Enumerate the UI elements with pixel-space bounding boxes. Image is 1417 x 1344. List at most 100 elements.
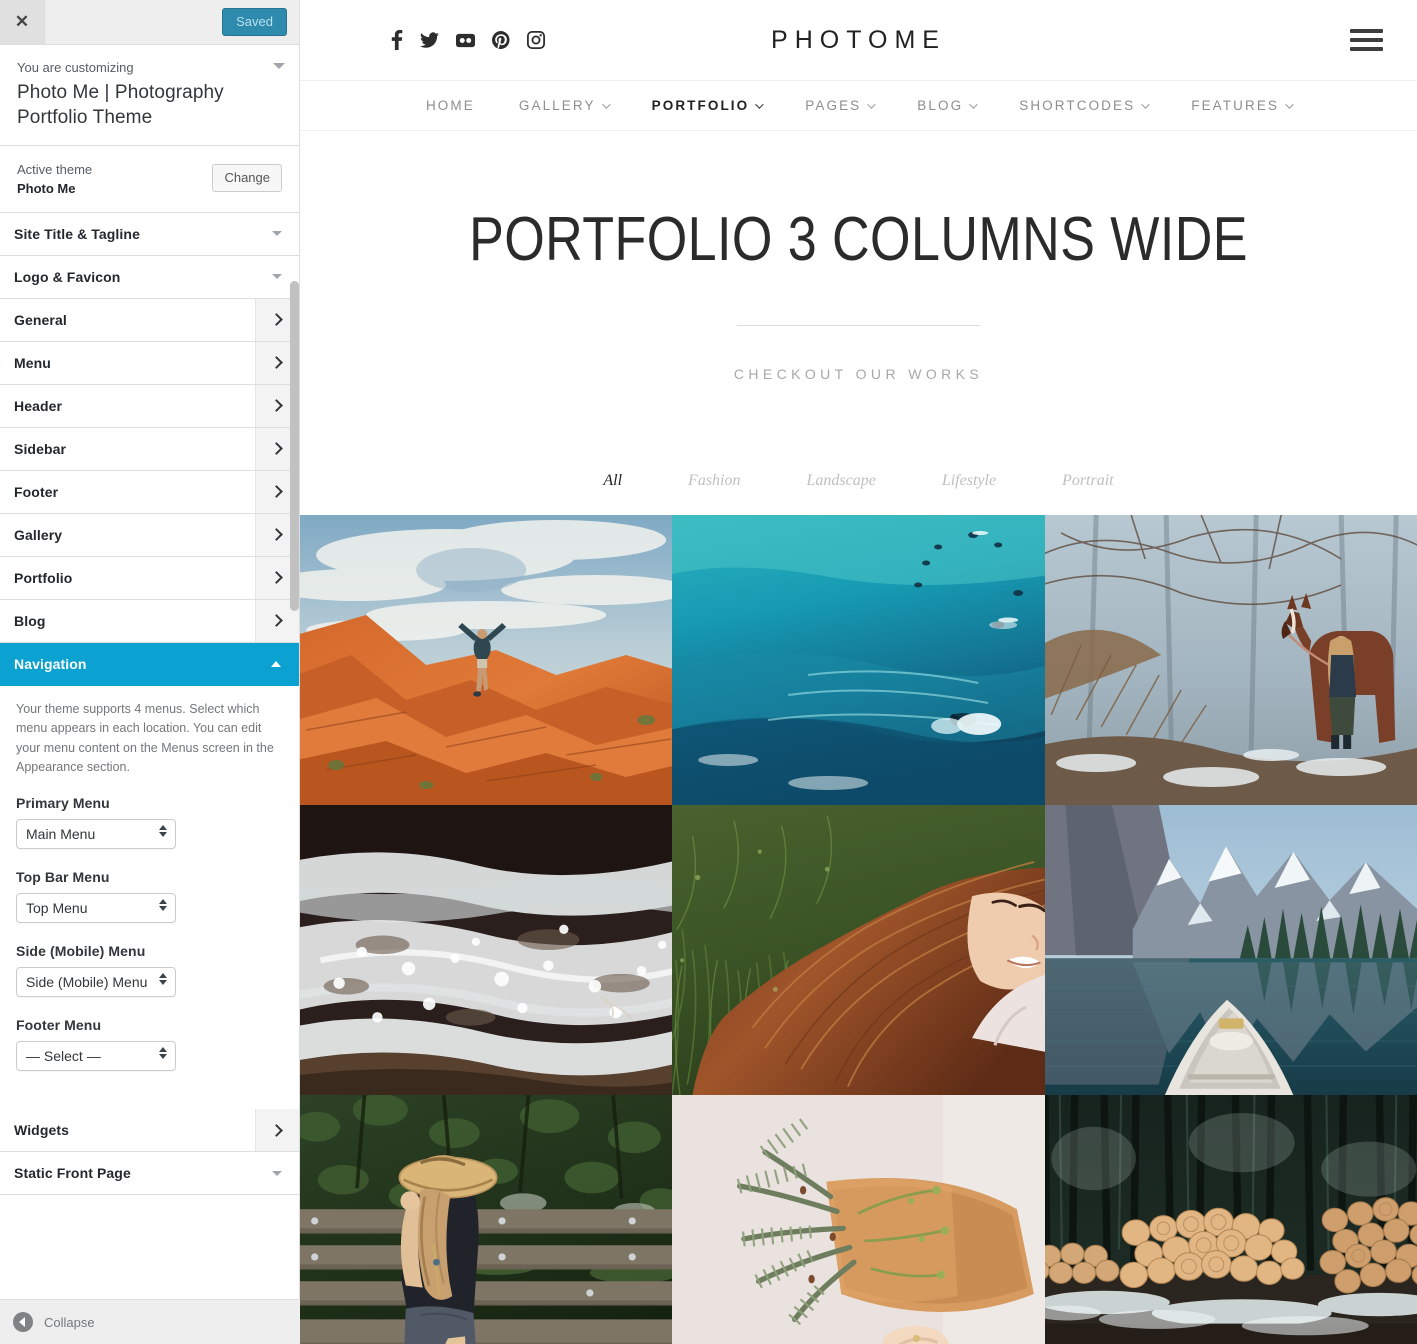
nav-item-gallery[interactable]: GALLERY bbox=[497, 98, 630, 113]
nav-item-shortcodes[interactable]: SHORTCODES bbox=[997, 98, 1169, 113]
save-button[interactable]: Saved bbox=[222, 8, 287, 36]
close-icon[interactable]: ✕ bbox=[0, 0, 45, 44]
field-footer-menu: Footer Menu bbox=[16, 1017, 283, 1072]
navigation-section-title: Navigation bbox=[14, 656, 87, 673]
sidebar-item-menu[interactable]: Menu bbox=[0, 341, 299, 385]
nav-item-portfolio[interactable]: PORTFOLIO bbox=[630, 98, 784, 113]
collapse-sidebar-button[interactable]: Collapse bbox=[0, 1299, 300, 1344]
sidebar-item-widgets[interactable]: Widgets bbox=[0, 1109, 299, 1153]
page-subtitle: CHECKOUT OUR WORKS bbox=[733, 366, 984, 382]
panel-label: Logo & Favicon bbox=[14, 268, 121, 285]
sidebar-item-site-title-tagline[interactable]: Site Title & Tagline bbox=[0, 212, 299, 256]
panel-label: Sidebar bbox=[14, 440, 67, 457]
customizer-topbar: ✕ Saved bbox=[0, 0, 299, 45]
portfolio-item-pine-bouquet-kraft-paper[interactable] bbox=[672, 1095, 1045, 1344]
chevron-down-icon[interactable] bbox=[273, 63, 285, 69]
nav-label: HOME bbox=[425, 98, 475, 113]
site-top-bar: PHOTOME bbox=[300, 0, 1417, 81]
sidebar-item-header[interactable]: Header bbox=[0, 384, 299, 428]
collapse-label: Collapse bbox=[44, 1314, 95, 1330]
active-theme-row: Active theme Photo Me Change bbox=[0, 146, 299, 213]
chevron-down-icon bbox=[1285, 99, 1294, 109]
sidebar-item-general[interactable]: General bbox=[0, 298, 299, 342]
sidebar-item-blog[interactable]: Blog bbox=[0, 599, 299, 643]
customizing-title: Photo Me | Photography Portfolio Theme bbox=[17, 81, 224, 128]
portfolio-item-red-rock-canyon-jumper[interactable] bbox=[300, 515, 673, 805]
portfolio-item-crashing-waves-dark-shore[interactable] bbox=[300, 805, 673, 1095]
nav-label: SHORTCODES bbox=[1019, 98, 1136, 113]
filter-lifestyle[interactable]: Lifestyle bbox=[909, 472, 1029, 490]
portfolio-item-woman-lying-in-grass[interactable] bbox=[672, 805, 1045, 1095]
portfolio-item-canoe-mountain-lake[interactable] bbox=[1044, 805, 1417, 1095]
field-primary-menu: Primary Menu bbox=[16, 795, 283, 850]
portfolio-item-stacked-logs-snowy-forest[interactable] bbox=[1044, 1095, 1417, 1344]
customizing-eyebrow: You are customizing bbox=[17, 60, 134, 75]
facebook-icon[interactable] bbox=[390, 30, 403, 50]
portfolio-item-aerial-surfers-ocean[interactable] bbox=[672, 515, 1045, 805]
customizer-app: ✕ Saved You are customizing Photo Me | P… bbox=[0, 0, 1417, 1344]
nav-label: BLOG bbox=[917, 98, 964, 113]
title-divider bbox=[737, 325, 980, 326]
collapse-arrow-icon bbox=[13, 1312, 33, 1332]
top-bar-menu-select[interactable] bbox=[16, 893, 176, 924]
site-preview: PHOTOME HOME GALLERY PORTFOLIO PAGES BLO… bbox=[300, 0, 1417, 1344]
side-mobile-menu-label: Side (Mobile) Menu bbox=[16, 943, 146, 960]
filter-landscape[interactable]: Landscape bbox=[774, 472, 909, 490]
page-title: PORTFOLIO 3 COLUMNS WIDE bbox=[469, 205, 1248, 274]
chevron-down-icon bbox=[601, 99, 611, 109]
chevron-down-icon bbox=[255, 1152, 299, 1194]
sidebar-item-logo-favicon[interactable]: Logo & Favicon bbox=[0, 255, 299, 299]
primary-menu-select[interactable] bbox=[16, 819, 176, 850]
sidebar-item-footer[interactable]: Footer bbox=[0, 470, 299, 514]
footer-menu-label: Footer Menu bbox=[16, 1017, 102, 1034]
chevron-down-icon bbox=[755, 99, 764, 109]
nav-item-blog[interactable]: BLOG bbox=[895, 98, 997, 113]
panel-label: Menu bbox=[14, 354, 51, 371]
panel-label: General bbox=[14, 311, 67, 328]
site-main-nav: HOME GALLERY PORTFOLIO PAGES BLOG SHORTC… bbox=[300, 81, 1417, 131]
field-side-mobile-menu: Side (Mobile) Menu bbox=[16, 943, 283, 998]
chevron-right-icon bbox=[255, 1109, 299, 1152]
social-links bbox=[390, 30, 545, 50]
filter-portrait[interactable]: Portrait bbox=[1029, 472, 1147, 490]
primary-menu-label: Primary Menu bbox=[16, 795, 110, 812]
side-mobile-menu-select[interactable] bbox=[16, 967, 176, 998]
top-bar-menu-label: Top Bar Menu bbox=[16, 869, 110, 886]
panel-label: Header bbox=[14, 397, 63, 414]
sidebar-item-gallery[interactable]: Gallery bbox=[0, 513, 299, 557]
panel-label: Portfolio bbox=[14, 569, 73, 586]
sidebar-item-portfolio[interactable]: Portfolio bbox=[0, 556, 299, 600]
chevron-down-icon bbox=[1141, 99, 1150, 109]
sidebar-scrollbar[interactable] bbox=[290, 281, 299, 611]
portfolio-item-woman-with-horse-winter-forest[interactable] bbox=[1044, 515, 1417, 805]
filter-fashion[interactable]: Fashion bbox=[655, 472, 773, 490]
sidebar-item-sidebar[interactable]: Sidebar bbox=[0, 427, 299, 471]
instagram-icon[interactable] bbox=[527, 31, 545, 49]
panel-label: Static Front Page bbox=[14, 1165, 131, 1182]
chevron-down-icon bbox=[255, 213, 299, 255]
customizer-panel-list: Site Title & Tagline Logo & Favicon Gene… bbox=[0, 212, 299, 1344]
twitter-icon[interactable] bbox=[420, 31, 439, 50]
flickr-icon[interactable] bbox=[456, 31, 475, 50]
change-theme-button[interactable]: Change bbox=[212, 163, 282, 192]
navigation-description: Your theme supports 4 menus. Select whic… bbox=[16, 701, 274, 774]
active-theme-name: Photo Me bbox=[17, 180, 76, 196]
footer-menu-select[interactable] bbox=[16, 1041, 176, 1072]
hamburger-menu-icon[interactable] bbox=[1350, 29, 1383, 51]
customizer-sidebar: ✕ Saved You are customizing Photo Me | P… bbox=[0, 0, 300, 1344]
sidebar-item-navigation[interactable]: Navigation bbox=[0, 642, 299, 686]
panel-label: Site Title & Tagline bbox=[14, 225, 140, 242]
panel-label: Gallery bbox=[14, 526, 63, 543]
sidebar-item-static-front-page[interactable]: Static Front Page bbox=[0, 1152, 299, 1196]
portfolio-filter-tabs: All Fashion Landscape Lifestyle Portrait bbox=[300, 472, 1417, 515]
navigation-section-body: Your theme supports 4 menus. Select whic… bbox=[0, 685, 299, 1110]
portfolio-item-woman-straw-hat-bench[interactable] bbox=[300, 1095, 673, 1344]
nav-item-home[interactable]: HOME bbox=[404, 98, 497, 113]
chevron-down-icon bbox=[867, 99, 876, 109]
filter-all[interactable]: All bbox=[570, 472, 655, 490]
pinterest-icon[interactable] bbox=[492, 31, 510, 49]
panel-label: Footer bbox=[14, 483, 59, 500]
nav-item-features[interactable]: FEATURES bbox=[1169, 98, 1313, 113]
nav-item-pages[interactable]: PAGES bbox=[783, 98, 895, 113]
nav-label: GALLERY bbox=[518, 98, 596, 113]
